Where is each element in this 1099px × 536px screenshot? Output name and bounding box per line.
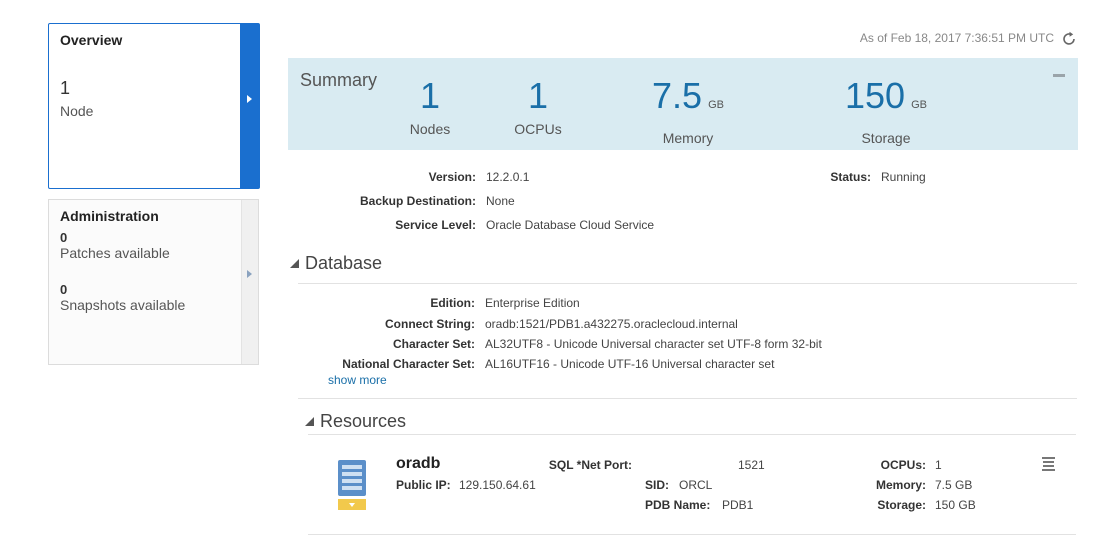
divider [298,398,1077,399]
edition-label: Edition: [430,296,475,310]
public-ip-label: Public IP: [396,478,451,492]
ocpus-label: OCPUs: [880,458,926,472]
chevron-right-icon [247,95,252,103]
metric-memory: 7.5 GB Memory [638,75,738,147]
metric-ocpus: 1 OCPUs [508,75,568,138]
metric-memory-label: Memory [662,130,714,146]
ocpus-value: 1 [935,458,942,472]
storage-value: 150 GB [935,498,976,512]
version-value: 12.2.0.1 [486,170,530,184]
snapshots-label: Snapshots available [60,297,186,313]
status-label: Status: [830,170,871,184]
resources-section-header[interactable]: Resources [305,411,406,432]
metric-memory-value: 7.5 [652,75,703,116]
collapse-icon[interactable] [1053,74,1065,77]
memory-value: 7.5 GB [935,478,973,492]
snapshots-count: 0 [60,282,68,297]
metric-nodes-label: Nodes [409,121,451,137]
summary-panel: Summary 1 Nodes 1 OCPUs 7.5 GB Memory 150… [288,58,1078,150]
patches-count: 0 [60,230,68,245]
metric-ocpus-value: 1 [527,75,549,116]
administration-expand-strip[interactable] [241,200,258,364]
overview-expand-strip[interactable] [240,24,259,188]
backup-destination-value: None [486,194,515,208]
metric-storage: 150 GB Storage [836,75,936,147]
collapse-triangle-icon [290,259,299,268]
overview-card[interactable]: Overview 1 Node [48,23,260,189]
show-more-link[interactable]: show more [328,373,387,387]
sid-value: ORCL [679,478,713,492]
as-of-timestamp: As of Feb 18, 2017 7:36:51 PM UTC [859,31,1054,45]
connect-string-value: oradb:1521/PDB1.a432275.oraclecloud.inte… [485,317,738,331]
resources-section-title: Resources [320,411,407,431]
divider [298,283,1077,284]
administration-card[interactable]: Administration 0 Patches available 0 Sna… [48,199,259,365]
edition-value: Enterprise Edition [485,296,580,310]
overview-title: Overview [60,32,123,48]
sql-net-port-value: 1521 [738,458,765,472]
divider [308,534,1076,535]
divider [308,434,1076,435]
database-section-header[interactable]: Database [290,253,382,274]
connect-string-label: Connect String: [385,317,475,331]
version-label: Version: [428,170,476,184]
hamburger-menu-icon[interactable] [1042,457,1055,471]
metric-ocpus-label: OCPUs [514,121,562,137]
service-level-value: Oracle Database Cloud Service [486,218,655,232]
national-character-set-label: National Character Set: [342,357,475,371]
refresh-icon[interactable] [1061,31,1077,47]
metric-nodes-value: 1 [419,75,441,116]
overview-node-label: Node [60,103,94,119]
character-set-value: AL32UTF8 - Unicode Universal character s… [485,337,822,351]
backup-destination-label: Backup Destination: [359,194,476,208]
metric-storage-label: Storage [861,130,911,146]
administration-title: Administration [60,208,159,224]
sid-label: SID: [645,478,669,492]
sql-net-port-label: SQL *Net Port: [548,458,632,472]
metric-memory-unit: GB [708,99,724,111]
public-ip-value: 129.150.64.61 [459,478,536,492]
chevron-right-icon [247,270,252,278]
metric-storage-unit: GB [911,99,927,111]
status-value: Running [881,170,926,184]
collapse-triangle-icon [305,417,314,426]
pdb-name-label: PDB Name: [645,498,711,512]
storage-label: Storage: [877,498,926,512]
overview-node-count: 1 [60,78,71,98]
patches-label: Patches available [60,245,170,261]
resource-name[interactable]: oradb [396,455,440,473]
database-server-icon [338,460,366,510]
metric-nodes: 1 Nodes [400,75,460,138]
national-character-set-value: AL16UTF16 - Unicode UTF-16 Universal cha… [485,357,775,371]
database-section-title: Database [305,253,383,273]
pdb-name-value: PDB1 [722,498,754,512]
character-set-label: Character Set: [392,337,475,351]
service-level-label: Service Level: [395,218,476,232]
summary-title: Summary [300,70,378,90]
memory-label: Memory: [875,478,926,492]
metric-storage-value: 150 [845,75,906,116]
